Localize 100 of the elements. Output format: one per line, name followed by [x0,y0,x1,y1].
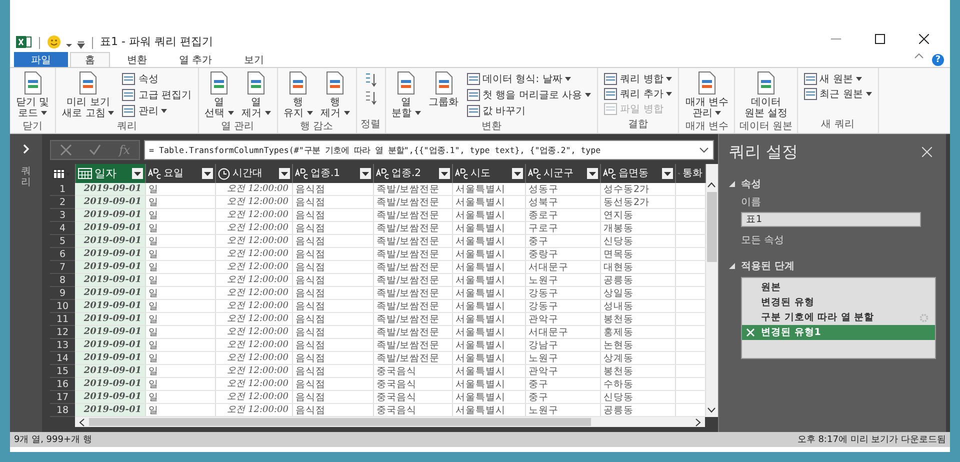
table-cell: 일 [148,314,158,324]
table-cell: 오전 12:00:00 [227,366,288,376]
group-label: 변환 [480,120,502,134]
row-number: 4 [50,222,75,234]
column-header[interactable]: 시도 [452,164,525,183]
table-cell: 서울특별시 [456,404,506,416]
ribbon-button[interactable]: 쿼리 추가 [602,86,674,101]
table-cell: 관악구 [528,366,558,376]
ribbon-button[interactable]: 열 분할 [390,71,423,119]
ribbon-button[interactable]: 열 선택 [202,71,236,119]
table-cell: 상일동 [604,288,634,298]
row-number: 2 [50,196,75,208]
help-button[interactable]: ? [932,54,944,66]
column-header[interactable]: 요일 [145,164,215,183]
ribbon-tab[interactable]: 홈 [70,52,110,67]
table-cell: 서울특별시 [456,184,506,194]
panel-title: 쿼리 설정 [729,142,800,163]
ribbon-button[interactable]: 값 바꾸기 [464,103,594,118]
table-cell: 동선동2가 [604,196,650,208]
table-cell: 오전 12:00:00 [227,378,288,388]
table-cell: 일 [148,274,158,286]
ribbon-button[interactable]: 속성 [120,71,194,86]
ribbon-tab[interactable]: 변환 [112,52,162,67]
table-cell: 강남구 [528,340,558,350]
table-cell: 음식점 [296,392,326,402]
row-number: 1 [50,183,75,196]
field-label: 이름 [741,196,762,209]
table-cell: 오전 12:00:00 [227,196,288,206]
column-header[interactable]: 업종.2 [373,164,452,183]
table-cell: 음식점 [296,378,326,390]
table-cell: 음식점 [296,288,326,298]
table-cell: 음식점 [296,314,326,324]
table-cell: 서울특별시 [456,352,506,364]
table-cell: 족발/보쌈전문 [376,340,440,350]
ribbon-button[interactable]: 데이터 형식: 날짜 [464,71,594,86]
table-cell: 2019-09-01 [84,274,142,284]
table-cell: 서울특별시 [456,210,506,220]
step-item[interactable]: 구분 기호에 따라 열 분할 [742,310,935,325]
column-label: 요일 [164,167,184,181]
table-cell: 오전 12:00:00 [227,340,288,350]
ribbon-button[interactable]: 그룹화 [426,71,461,119]
step-item[interactable]: 변경된 유형 [742,295,935,310]
column-header[interactable]: 통화 [675,164,705,183]
ribbon-button[interactable]: 열 제거 [240,71,273,119]
ribbon-button[interactable]: 쿼리 병합 [602,71,674,86]
table-cell: 일 [148,300,158,312]
ribbon-button[interactable]: 매개 변수 관리 [683,71,730,119]
all-properties-link[interactable]: 모든 속성 [741,233,936,247]
column-header[interactable]: 일자 [75,164,145,183]
ribbon-button[interactable]: 행 제거 [318,71,352,119]
queries-pane-label: 쿼리 [21,166,31,188]
ribbon-button[interactable]: 고급 편집기 [120,87,194,102]
ribbon-tab[interactable]: 보기 [229,52,280,67]
column-header[interactable]: 읍면동 [600,164,675,183]
table-cell: 서울특별시 [456,314,506,324]
step-item[interactable]: 원본 [742,280,935,295]
row-number: 12 [50,326,75,338]
table-cell: 음식점 [296,262,326,272]
table-cell: 음식점 [296,300,326,312]
ribbon-button[interactable]: 미리 보기 새로 고침 [60,71,116,119]
table-cell: 음식점 [296,404,326,416]
table-cell: 음식점 [296,196,326,208]
ribbon-button[interactable]: 행 유지 [282,71,315,119]
table-cell: 족발/보쌈전문 [376,300,440,312]
table-cell: 일 [148,196,158,208]
table-cell: 음식점 [296,248,326,260]
table-cell: 2019-09-01 [84,340,142,350]
table-cell: 일 [148,392,158,402]
table-cell: 음식점 [296,352,326,364]
ribbon-button[interactable]: 첫 행을 머리글로 사용 [464,87,594,102]
table-cell: 족발/보쌈전문 [376,262,440,272]
table-cell: 일 [148,378,158,390]
ribbon-button[interactable]: 관리 [120,103,194,118]
table-cell: 관악구 [528,314,558,324]
file-tab[interactable]: 파일 [14,52,68,67]
row-number: 13 [50,338,75,352]
ribbon-button[interactable]: 데이터 원본 설정 [739,71,793,119]
ribbon-button[interactable]: 새 원본 [802,71,874,86]
step-label: 변경된 유형1 [761,326,821,339]
column-header[interactable]: 업종.1 [292,164,373,183]
table-cell: 대현동 [604,262,634,272]
step-item[interactable]: 변경된 유형1 [742,325,935,340]
table-cell: 논현동 [604,340,634,350]
ribbon-button[interactable]: 닫기 및 로드 [14,71,52,119]
row-number: 9 [50,286,75,300]
ribbon-tab[interactable]: 열 추가 [164,52,228,67]
table-cell: 상계동 [604,352,634,364]
table-cell: 오전 12:00:00 [227,236,288,246]
table-cell: 오전 12:00:00 [227,352,288,362]
table-cell: 일 [148,210,158,220]
group-label: 데이터 원본 [739,120,793,134]
formula-field[interactable]: = Table.TransformColumnTypes(#"구분 기호에 따라 열 분할",{{"업종.1", type text}, {"업종.2", type [144,140,714,160]
name-field[interactable]: 표1 [741,212,921,227]
column-label: 시군구 [544,167,574,181]
ribbon-button[interactable]: 최근 원본 [802,86,874,101]
table-cell: 강동구 [528,288,558,298]
column-header[interactable]: 시군구 [525,164,600,183]
column-label: 업종.1 [310,167,342,181]
column-header[interactable]: 시간대 [215,164,292,183]
table-cell: 서울특별시 [456,274,506,286]
